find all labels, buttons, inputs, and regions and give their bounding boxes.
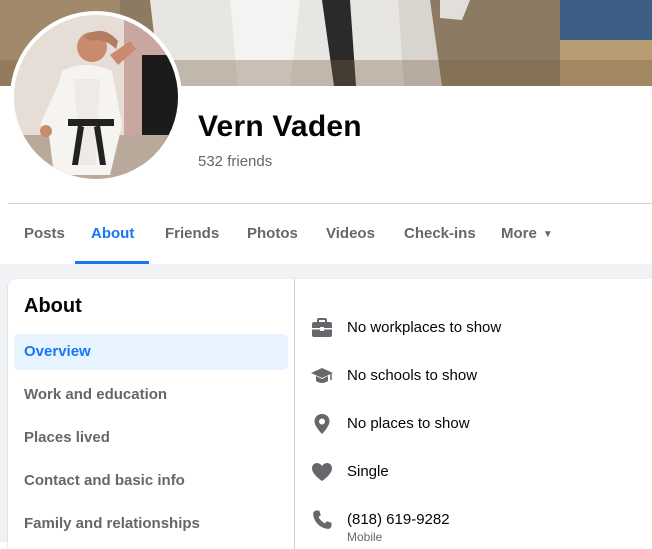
about-title: About <box>24 295 82 317</box>
profile-photo-image <box>14 15 178 179</box>
tab-about[interactable]: About <box>91 204 134 264</box>
about-nav-places-lived[interactable]: Places lived <box>14 420 288 456</box>
tab-more-label: More <box>501 225 537 242</box>
profile-tabs: Posts About Friends Photos Videos Check-… <box>8 204 652 264</box>
about-nav-work-education[interactable]: Work and education <box>14 377 288 413</box>
friends-count[interactable]: 532 friends <box>198 153 272 170</box>
tab-posts[interactable]: Posts <box>24 204 65 264</box>
info-text-phone[interactable]: (818) 619-9282 <box>347 511 450 528</box>
briefcase-icon <box>312 318 332 337</box>
about-card: About Overview Work and education Places… <box>8 279 652 549</box>
tab-friends[interactable]: Friends <box>165 204 219 264</box>
about-nav-overview[interactable]: Overview <box>14 334 288 370</box>
info-text-work: No workplaces to show <box>347 319 502 336</box>
graduation-cap-icon <box>311 368 333 383</box>
tab-check-ins[interactable]: Check-ins <box>404 204 476 264</box>
profile-picture[interactable] <box>10 11 182 183</box>
tab-videos[interactable]: Videos <box>326 204 375 264</box>
info-text-education: No schools to show <box>347 367 478 384</box>
about-nav-contact-info[interactable]: Contact and basic info <box>14 463 288 499</box>
location-pin-icon <box>314 414 330 434</box>
caret-down-icon: ▼ <box>542 229 553 240</box>
tab-more[interactable]: More ▼ <box>501 204 553 264</box>
about-sidebar: About Overview Work and education Places… <box>8 279 295 549</box>
info-text-places: No places to show <box>347 415 470 432</box>
about-nav-family-relationships[interactable]: Family and relationships <box>14 506 288 542</box>
heart-icon <box>312 463 332 481</box>
tab-photos[interactable]: Photos <box>247 204 298 264</box>
phone-icon <box>313 510 332 529</box>
info-text-relationship: Single <box>347 463 389 480</box>
profile-name: Vern Vaden <box>198 110 362 143</box>
